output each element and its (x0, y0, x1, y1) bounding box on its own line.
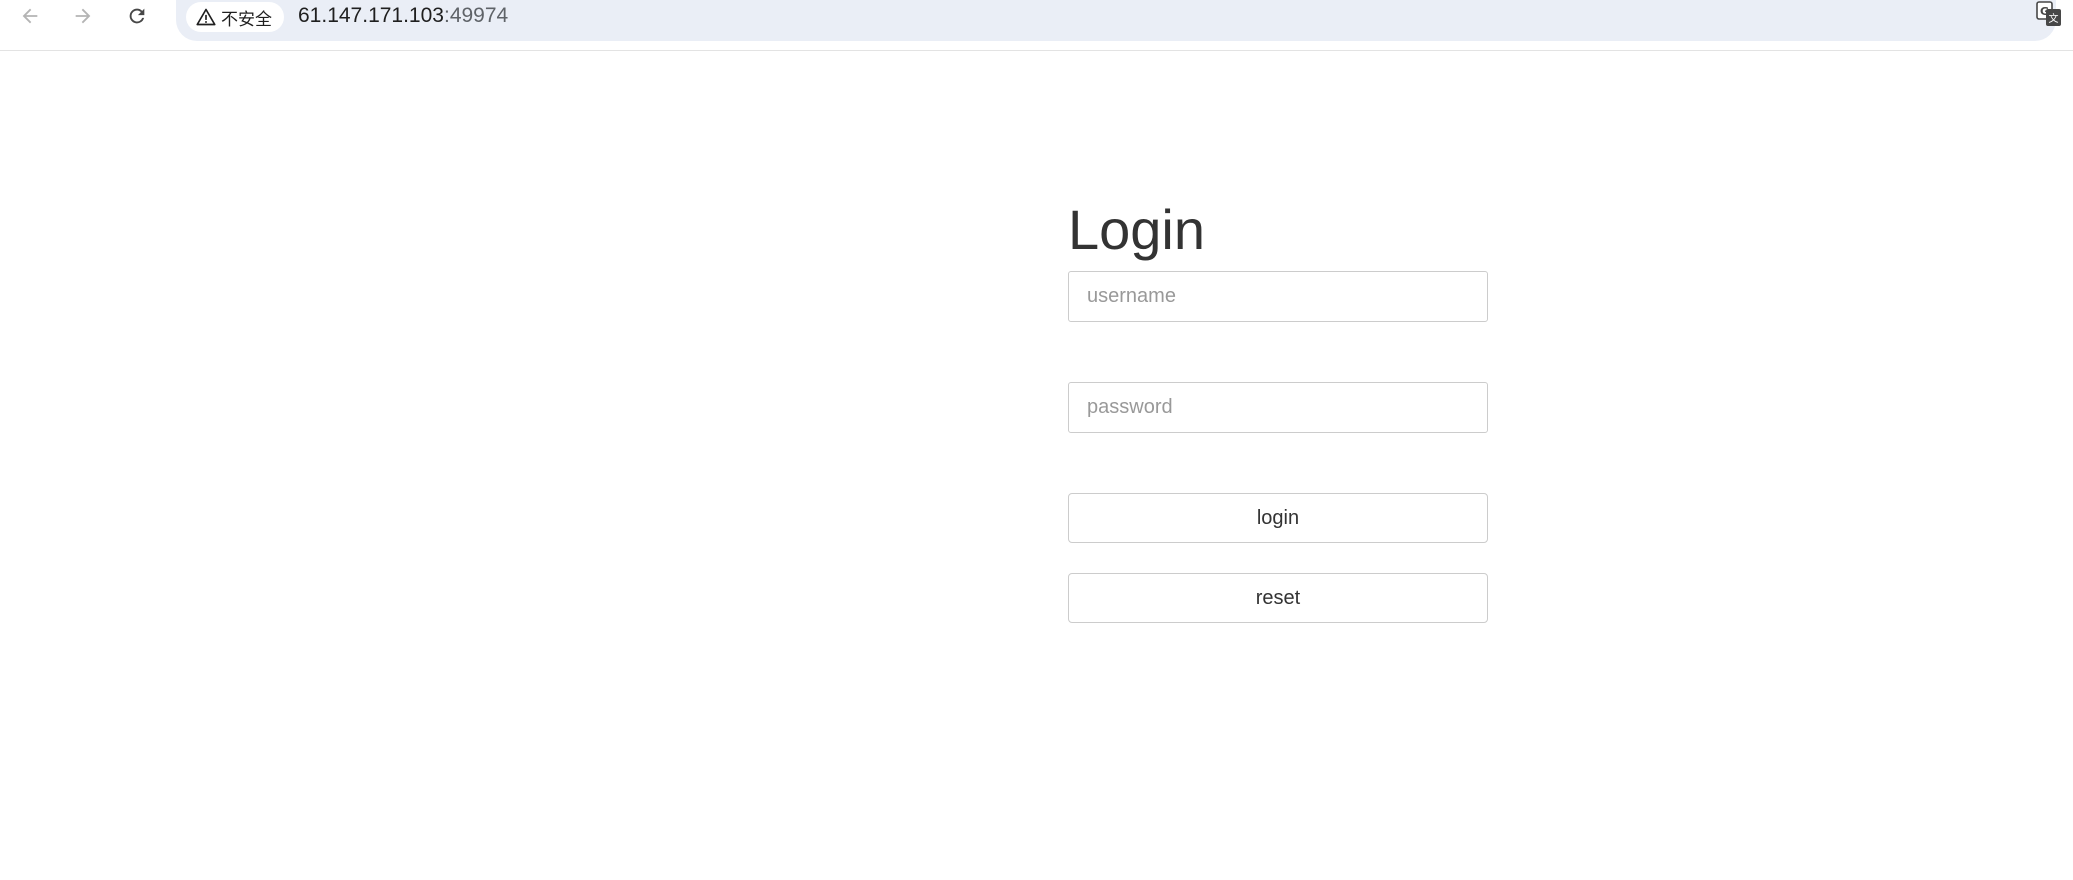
login-button[interactable]: login (1068, 493, 1488, 543)
url-text[interactable]: 61.147.171.103:49974 (298, 3, 508, 29)
page-title: Login (1068, 198, 1206, 261)
username-input[interactable] (1068, 271, 1488, 322)
translate-icon: G 文 (2036, 0, 2062, 32)
security-label: 不安全 (221, 9, 272, 30)
password-input[interactable] (1068, 382, 1488, 433)
security-chip[interactable]: 不安全 (186, 2, 284, 32)
warning-triangle-icon (196, 7, 216, 27)
arrow-right-icon (72, 5, 94, 27)
url-host: 61.147.171.103 (298, 4, 444, 27)
browser-toolbar: 不安全 61.147.171.103:49974 G 文 (0, 0, 2073, 51)
reset-button[interactable]: reset (1068, 573, 1488, 623)
svg-text:文: 文 (2049, 12, 2059, 25)
translate-button[interactable]: G 文 (2035, 0, 2063, 32)
address-bar[interactable]: 不安全 61.147.171.103:49974 (176, 0, 2056, 41)
arrow-left-icon (19, 5, 41, 27)
reload-icon (126, 5, 148, 27)
url-port: :49974 (443, 4, 509, 27)
back-button[interactable] (10, 0, 50, 32)
forward-button[interactable] (63, 0, 103, 32)
reload-button[interactable] (117, 0, 157, 32)
login-form: Login login reset (1068, 195, 1488, 623)
